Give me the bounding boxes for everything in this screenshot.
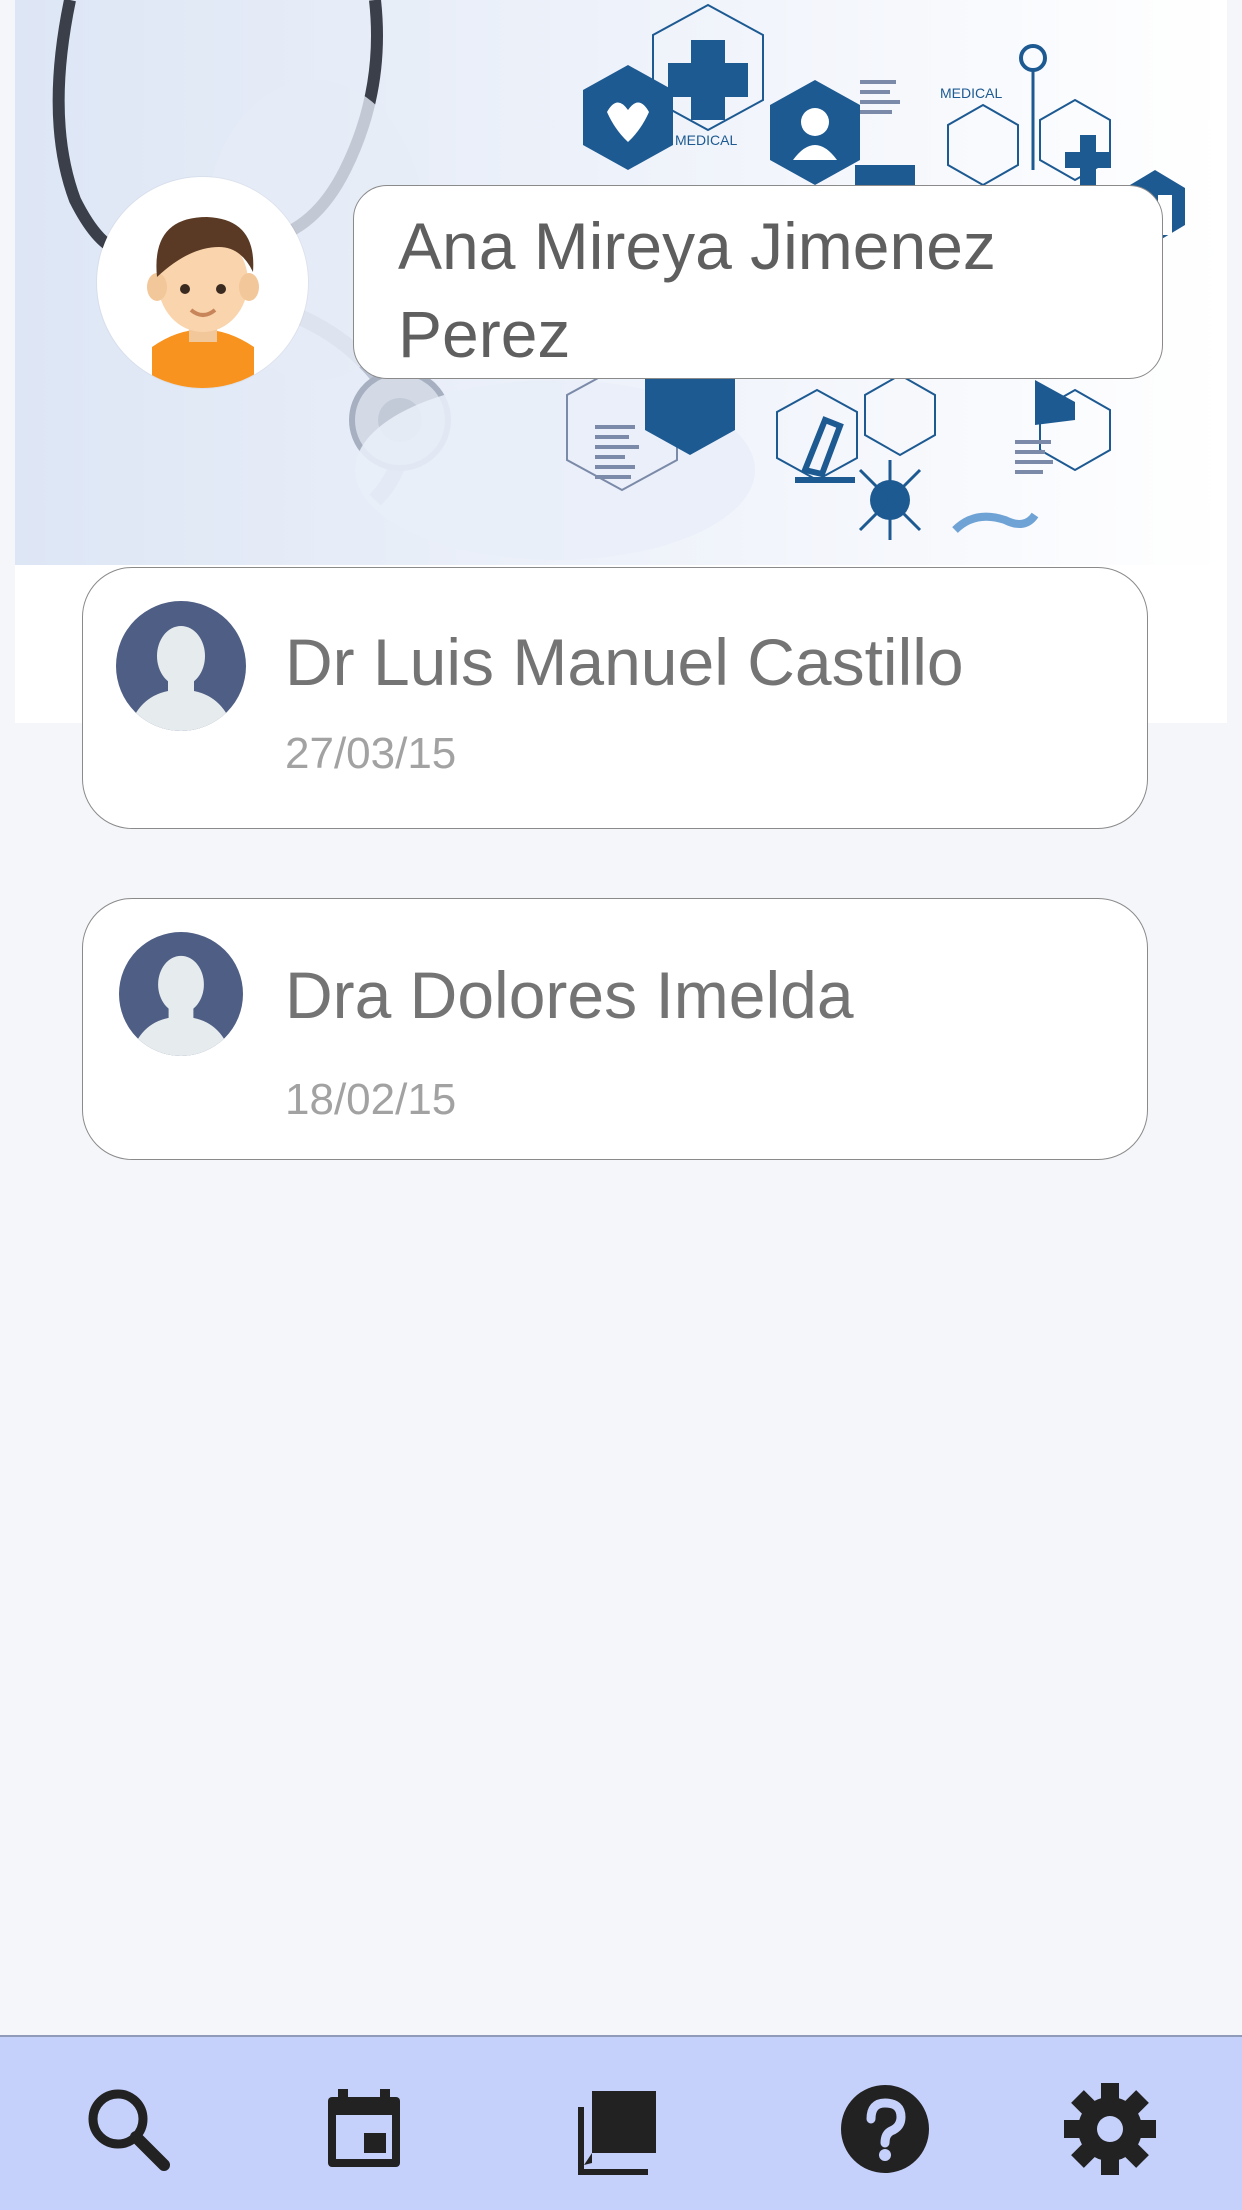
gear-icon	[1064, 2083, 1156, 2175]
search-button[interactable]	[80, 2081, 176, 2177]
calendar-button[interactable]	[316, 2081, 412, 2177]
help-icon	[841, 2085, 929, 2173]
patient-name: Ana Mireya Jimenez Perez	[398, 209, 996, 371]
doctor-avatar-icon	[119, 932, 243, 1056]
calendar-icon	[328, 2089, 400, 2167]
doctor-card[interactable]: Dr Luis Manuel Castillo 27/03/15	[82, 567, 1148, 829]
doctor-name: Dr Luis Manuel Castillo	[285, 625, 964, 699]
messages-button[interactable]	[570, 2081, 666, 2177]
medical-label: MEDICAL	[940, 85, 1002, 101]
doctor-avatar-icon	[116, 601, 246, 731]
patient-name-box: Ana Mireya Jimenez Perez	[353, 185, 1163, 379]
messages-icon	[578, 2091, 656, 2175]
appointment-date: 27/03/15	[285, 729, 457, 778]
search-icon	[88, 2089, 170, 2171]
doctor-card[interactable]: Dra Dolores Imelda 18/02/15	[82, 898, 1148, 1160]
boy-avatar-icon	[147, 217, 259, 388]
bottom-navigation-bar	[0, 2035, 1242, 2210]
help-button[interactable]	[837, 2081, 933, 2177]
settings-button[interactable]	[1062, 2081, 1158, 2177]
appointment-date: 18/02/15	[285, 1075, 457, 1124]
patient-avatar	[97, 177, 308, 388]
doctor-name: Dra Dolores Imelda	[285, 958, 854, 1032]
medical-label: MEDICAL	[675, 132, 737, 148]
